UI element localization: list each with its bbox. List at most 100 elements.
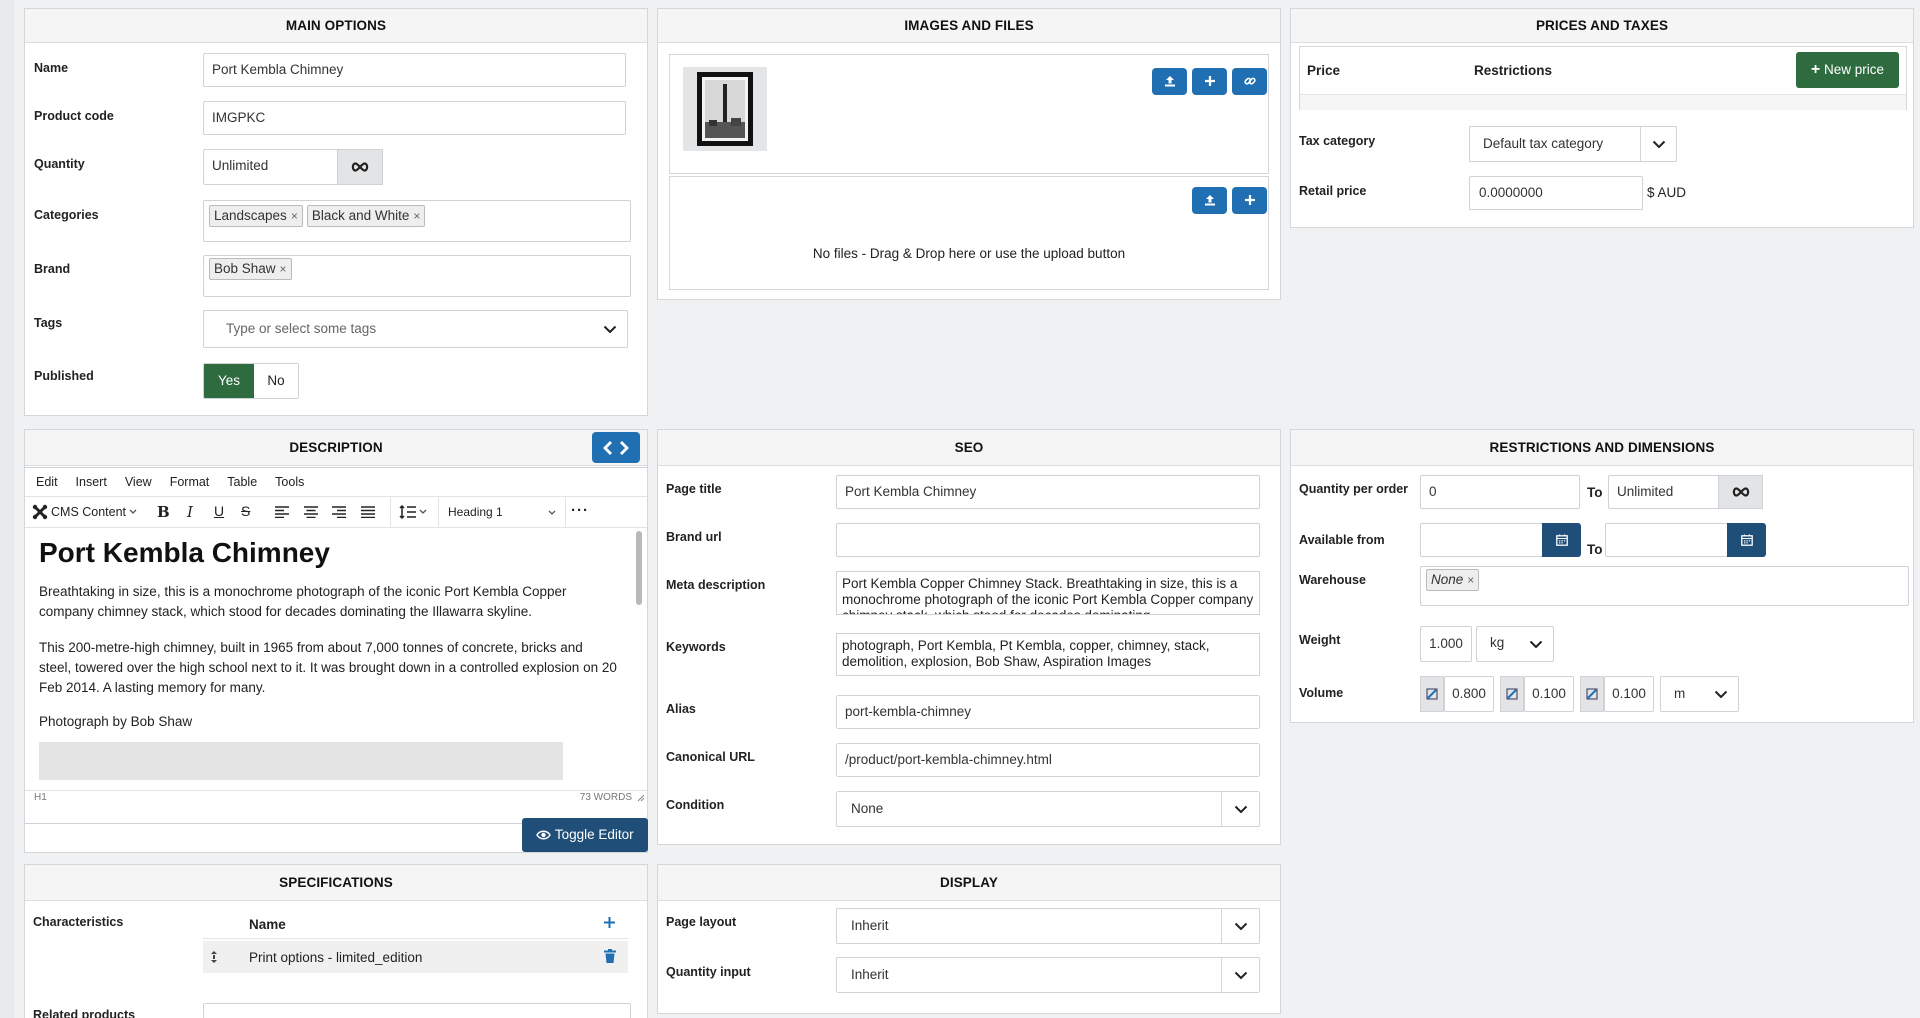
quantity-min-input[interactable]: 0 [1420,475,1580,509]
remove-icon[interactable]: × [291,209,298,223]
panel-title: MAIN OPTIONS [25,9,647,43]
published-label: Published [34,369,94,383]
more-icon[interactable]: ··· [563,502,597,519]
panel-title: PRICES AND TAXES [1291,9,1913,43]
quantity-input[interactable]: Unlimited [203,149,338,185]
chevron-down-icon [548,510,556,515]
underline-icon[interactable]: U [214,503,224,519]
chevron-down-icon [129,509,137,514]
align-right-icon[interactable] [332,506,346,518]
warehouse-input[interactable]: None × [1420,566,1909,606]
meta-description-textarea[interactable]: Port Kembla Copper Chimney Stack. Breath… [836,571,1260,615]
related-products-input[interactable] [203,1003,631,1018]
page-layout-select[interactable]: Inherit [836,908,1260,944]
trash-icon[interactable] [604,949,616,963]
new-price-button[interactable]: + New price [1796,52,1899,88]
tax-category-label: Tax category [1299,134,1376,148]
brand-tag: Bob Shaw × [209,258,292,280]
resize-handle-icon[interactable] [637,794,645,802]
canonical-url-input[interactable]: /product/port-kembla-chimney.html [836,743,1260,777]
calendar-from-button[interactable] [1542,523,1581,557]
related-products-label: Related products [33,1008,136,1018]
add-image-button[interactable] [1192,68,1227,95]
panel-title: SEO [658,430,1280,466]
published-yes-button[interactable]: Yes [204,364,254,398]
unlimited-toggle-button[interactable] [1718,475,1763,509]
tags-placeholder: Type or select some tags [226,321,377,336]
block-format-dropdown[interactable]: Heading 1 [448,505,556,519]
toolbar-divider [438,497,439,528]
remove-icon[interactable]: × [413,209,420,223]
volume-unit-select[interactable]: m [1660,676,1739,712]
menu-insert[interactable]: Insert [76,475,107,489]
product-code-input[interactable]: IMGPKC [203,101,626,135]
align-center-icon[interactable] [304,506,318,518]
volume-z-input[interactable]: 0.100 [1604,676,1654,712]
link-image-button[interactable] [1232,68,1267,95]
code-view-button[interactable] [592,432,640,463]
brand-url-input[interactable] [836,523,1260,557]
keywords-textarea[interactable]: photograph, Port Kembla, Pt Kembla, copp… [836,633,1260,676]
weight-unit-select[interactable]: kg [1476,626,1554,662]
block-format-value: Heading 1 [448,505,503,519]
line-height-dropdown[interactable] [399,505,427,519]
bold-icon[interactable]: B [157,503,170,521]
brand-input[interactable]: Bob Shaw × [203,255,631,297]
files-dropzone[interactable]: No files - Drag & Drop here or use the u… [669,176,1269,290]
calendar-icon [1740,534,1753,546]
content-paragraph: Photograph by Bob Shaw [39,714,193,729]
plus-icon[interactable] [603,916,616,929]
chevron-down-icon [1221,958,1259,992]
editor-content[interactable]: Port Kembla Chimney Breathtaking in size… [25,528,647,790]
available-to-input[interactable] [1605,523,1728,557]
editor-scrollbar[interactable] [636,531,642,605]
restrictions-column-header: Restrictions [1474,63,1553,78]
product-image-thumbnail[interactable] [683,67,767,151]
toggle-editor-button[interactable]: Toggle Editor [522,818,648,852]
category-tag: Black and White × [306,205,426,227]
menu-tools[interactable]: Tools [275,475,304,489]
name-input[interactable]: Port Kembla Chimney [203,53,626,87]
tags-select[interactable]: Type or select some tags [203,310,628,348]
product-edit-page: MAIN OPTIONS Name Port Kembla Chimney Pr… [0,0,1920,1018]
images-dropzone[interactable] [669,54,1269,174]
content-paragraph: This 200-metre-high chimney, built in 19… [39,640,617,695]
menu-format[interactable]: Format [170,475,210,489]
upload-image-button[interactable] [1152,68,1187,95]
quantity-max-input[interactable]: Unlimited [1608,475,1719,509]
available-from-input[interactable] [1420,523,1543,557]
element-path[interactable]: H1 [34,792,47,803]
retail-price-input[interactable]: 0.0000000 [1469,176,1643,210]
cms-content-dropdown[interactable]: CMS Content [32,504,137,520]
tax-category-select[interactable]: Default tax category [1469,126,1677,162]
page-layout-label: Page layout [666,915,737,929]
add-file-button[interactable] [1232,187,1267,214]
unlimited-toggle-button[interactable] [337,149,383,185]
remove-icon[interactable]: × [1467,573,1474,587]
italic-icon[interactable]: I [187,503,193,521]
menu-table[interactable]: Table [227,475,257,489]
alias-input[interactable]: port-kembla-chimney [836,695,1260,729]
strikethrough-icon[interactable]: S [241,503,250,519]
align-left-icon[interactable] [275,506,289,518]
z-dimension-icon [1580,676,1604,712]
quantity-input-select[interactable]: Inherit [836,957,1260,993]
upload-file-button[interactable] [1192,187,1227,214]
calendar-to-button[interactable] [1727,523,1766,557]
align-justify-icon[interactable] [361,506,375,518]
chimney-photo-image [697,72,753,146]
volume-y-input[interactable]: 0.100 [1524,676,1574,712]
page-title-input[interactable]: Port Kembla Chimney [836,475,1260,509]
volume-x-input[interactable]: 0.800 [1444,676,1494,712]
keywords-label: Keywords [666,640,726,654]
drag-handle-icon[interactable] [211,951,217,963]
link-icon [1243,77,1256,85]
menu-view[interactable]: View [125,475,152,489]
menu-edit[interactable]: Edit [36,475,58,489]
tax-category-value: Default tax category [1483,136,1604,151]
weight-input[interactable]: 1.000 [1420,626,1472,662]
condition-select[interactable]: None [836,791,1260,827]
remove-icon[interactable]: × [280,262,287,276]
categories-input[interactable]: Landscapes × Black and White × [203,200,631,242]
published-no-button[interactable]: No [254,364,298,398]
